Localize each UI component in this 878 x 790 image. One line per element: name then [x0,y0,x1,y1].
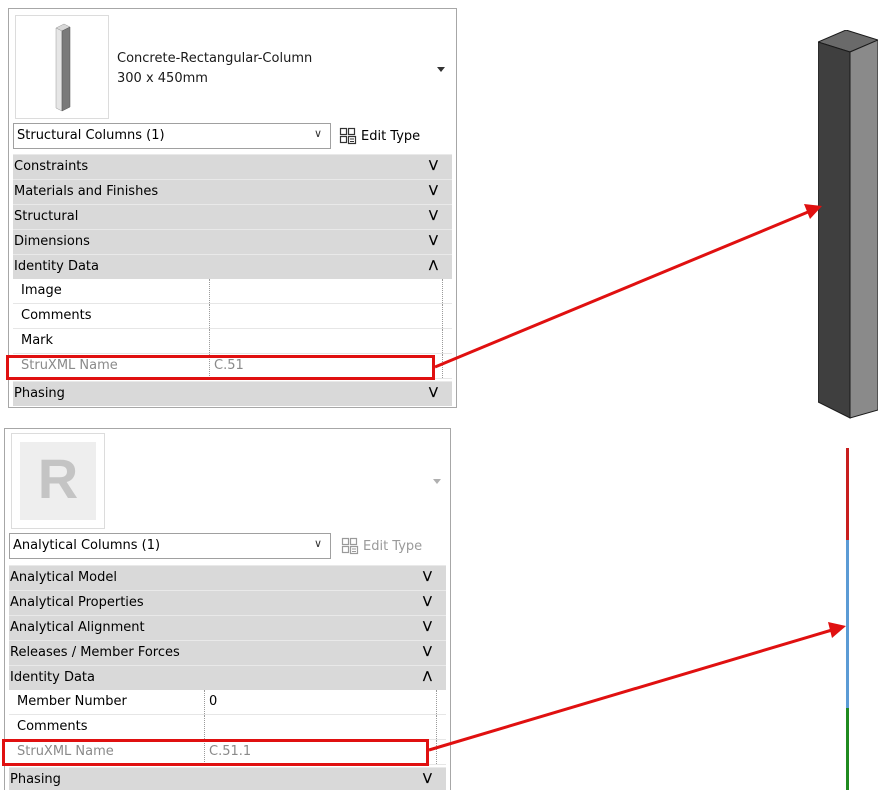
type-name-line2: 300 x 450mm [117,71,208,86]
section-label: Analytical Properties [10,595,144,610]
property-row-member-number[interactable]: Member Number 0 [9,690,446,715]
double-chevron-down-icon: ⋁ [422,771,432,784]
section-dimensions[interactable]: Dimensions ⋁ [13,229,452,254]
section-identity-data[interactable]: Identity Data ⋀ [13,254,452,279]
double-chevron-down-icon: ⋁ [428,233,438,246]
section-label: Identity Data [10,670,95,685]
double-chevron-down-icon: ⋁ [422,594,432,607]
property-value-field[interactable] [210,329,442,353]
section-materials-and-finishes[interactable]: Materials and Finishes ⋁ [13,179,452,204]
category-selector-label: Analytical Columns (1) [13,538,161,553]
property-row-mark[interactable]: Mark [13,329,452,354]
double-chevron-up-icon: ⋀ [422,669,432,682]
double-chevron-down-icon: ⋁ [422,569,432,582]
analytical-member-segment-top [846,448,849,540]
property-value-field[interactable] [205,715,436,739]
double-chevron-down-icon: ⋁ [428,183,438,196]
section-label: Constraints [14,159,89,174]
section-label: Releases / Member Forces [10,645,180,660]
type-thumbnail[interactable] [15,15,109,119]
edit-type-label: Edit Type [363,538,423,554]
category-selector[interactable]: Analytical Columns (1) ∨ [9,533,331,559]
section-analytical-model[interactable]: Analytical Model ⋁ [9,565,446,590]
property-value-field[interactable] [210,304,442,328]
section-label: Analytical Model [10,570,118,585]
revit-logo-icon: R [20,442,96,520]
structural-column-properties-panel: Concrete-Rectangular-Column 300 x 450mm … [8,8,457,408]
svg-text:R: R [38,447,78,510]
section-phasing[interactable]: Phasing ⋁ [9,767,446,790]
type-dropdown-icon[interactable] [437,67,445,72]
chevron-down-icon: ∨ [313,537,322,550]
arrow-line-top [434,210,809,369]
section-label: Phasing [14,386,65,401]
property-value-field[interactable] [210,279,442,303]
edit-type-label: Edit Type [361,128,421,144]
category-selector[interactable]: Structural Columns (1) ∨ [13,123,331,149]
property-name: Comments [17,719,88,734]
category-selector-label: Structural Columns (1) [17,128,165,143]
section-constraints[interactable]: Constraints ⋁ [13,154,452,179]
concrete-column-3d-view [818,30,878,419]
double-chevron-down-icon: ⋁ [428,385,438,398]
edit-type-button[interactable]: Edit Type [341,533,422,559]
section-label: Materials and Finishes [14,184,159,199]
arrow-head-bottom-icon [828,622,846,638]
edit-type-icon [341,537,359,555]
section-identity-data[interactable]: Identity Data ⋀ [9,665,446,690]
section-label: Dimensions [14,234,90,249]
double-chevron-down-icon: ⋁ [428,158,438,171]
type-dropdown-icon [433,479,441,484]
column-preview-icon [55,23,71,112]
property-name: Image [21,283,62,298]
type-thumbnail: R [11,433,105,529]
property-row-comments[interactable]: Comments [9,715,446,740]
double-chevron-down-icon: ⋁ [422,644,432,657]
property-row-comments[interactable]: Comments [13,304,452,329]
analytical-member-segment-bottom [846,708,849,790]
property-value-field[interactable]: 0 [205,690,436,714]
property-name: Member Number [17,694,127,709]
property-name: Mark [21,333,54,348]
type-name-line1: Concrete-Rectangular-Column [117,51,313,66]
section-phasing[interactable]: Phasing ⋁ [13,381,452,406]
double-chevron-up-icon: ⋀ [428,258,438,271]
section-label: Phasing [10,772,61,787]
section-analytical-properties[interactable]: Analytical Properties ⋁ [9,590,446,615]
double-chevron-down-icon: ⋁ [422,619,432,632]
property-name: Comments [21,308,92,323]
section-analytical-alignment[interactable]: Analytical Alignment ⋁ [9,615,446,640]
chevron-down-icon: ∨ [313,127,322,140]
analytical-column-properties-panel: R Analytical Columns (1) ∨ Edit Type Ana… [4,428,451,790]
edit-type-button[interactable]: Edit Type [339,123,420,149]
section-label: Analytical Alignment [10,620,145,635]
section-structural[interactable]: Structural ⋁ [13,204,452,229]
analytical-member-segment-middle [846,540,849,708]
struxml-name-highlight-top [6,355,435,380]
double-chevron-down-icon: ⋁ [428,208,438,221]
arrow-line-bottom [428,628,833,752]
section-label: Identity Data [14,259,99,274]
section-label: Structural [14,209,79,224]
edit-type-icon [339,127,357,145]
section-releases-member-forces[interactable]: Releases / Member Forces ⋁ [9,640,446,665]
struxml-name-highlight-bottom [2,739,429,766]
property-row-image[interactable]: Image [13,279,452,304]
